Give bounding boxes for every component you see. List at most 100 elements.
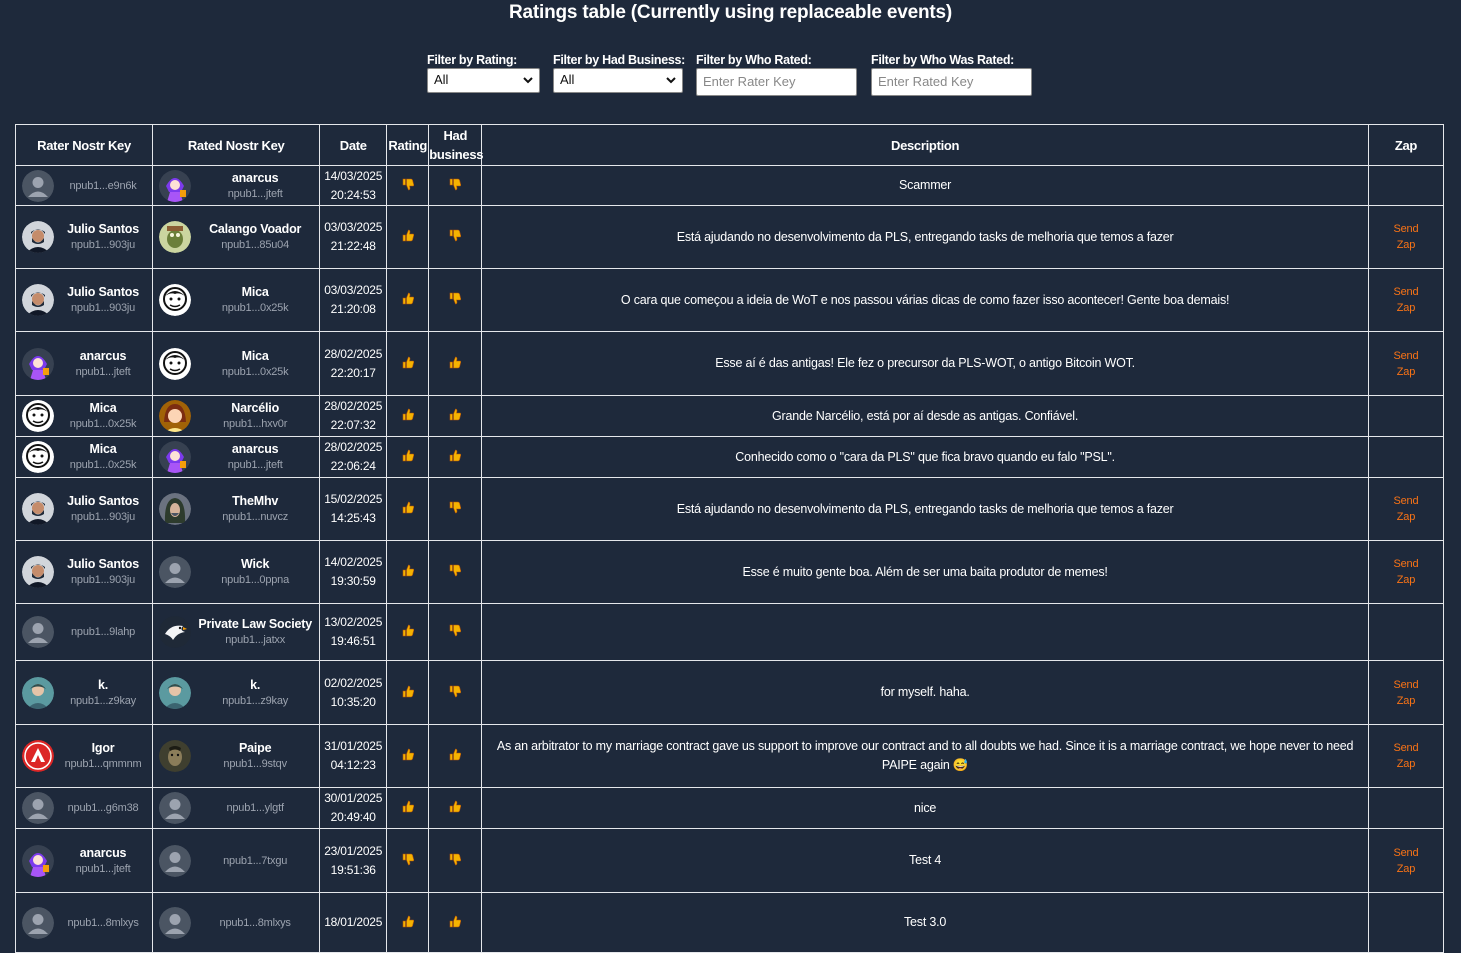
send-zap-link[interactable]: Send Zap: [1369, 677, 1443, 709]
avatar[interactable]: [159, 844, 192, 877]
thumbs-down-icon: [449, 564, 462, 580]
send-zap-label: Send: [1393, 742, 1419, 754]
send-zap-link[interactable]: Send Zap: [1369, 740, 1443, 772]
rated-name: Calango Voador: [209, 222, 302, 236]
time-value: 20:49:40: [330, 810, 376, 824]
rater-key[interactable]: Mica npub1...0x25k: [16, 441, 152, 473]
rater-key[interactable]: Julio Santos npub1...903ju: [16, 556, 152, 588]
avatar[interactable]: [22, 284, 54, 316]
send-zap-label: Zap: [1396, 302, 1416, 314]
zap-cell: Send Zap: [1367, 828, 1445, 893]
rated-key[interactable]: Calango Voador npub1...85u04: [153, 221, 319, 253]
avatar[interactable]: [22, 792, 54, 824]
rated-key[interactable]: Mica npub1...0x25k: [153, 347, 319, 380]
avatar[interactable]: [159, 740, 192, 772]
rated-key-text: npub1...7txgu: [191, 853, 319, 869]
rated-npub: npub1...0ppna: [221, 574, 290, 586]
business-cell: [428, 331, 483, 396]
filter-rater: Filter by Who Rated: Enter Rater Key: [696, 53, 857, 96]
rated-key[interactable]: npub1...8mlxys: [153, 906, 319, 939]
rater-name: Julio Santos: [67, 494, 139, 508]
rater-key[interactable]: npub1...e9n6k: [16, 169, 152, 202]
avatar[interactable]: [159, 347, 192, 380]
rater-npub: npub1...8mlxys: [67, 916, 139, 929]
date-cell: 18/01/2025: [319, 892, 388, 953]
business-select[interactable]: All: [553, 68, 683, 93]
rater-key[interactable]: npub1...8mlxys: [16, 906, 152, 939]
rater-key[interactable]: Julio Santos npub1...903ju: [16, 493, 152, 525]
rater-key[interactable]: Julio Santos npub1...903ju: [16, 284, 152, 316]
send-zap-link[interactable]: Send Zap: [1369, 845, 1443, 877]
rater-key[interactable]: Igor npub1...qmmnm: [16, 740, 152, 772]
avatar[interactable]: [22, 441, 54, 473]
rater-key[interactable]: k. npub1...z9kay: [16, 676, 152, 709]
avatar[interactable]: [159, 221, 192, 253]
rater-key-text: npub1...e9n6k: [54, 178, 152, 194]
zap-cell: [1367, 165, 1445, 206]
rater-key[interactable]: Julio Santos npub1...903ju: [16, 221, 152, 253]
avatar[interactable]: [22, 906, 54, 939]
avatar[interactable]: [159, 616, 192, 648]
rating-select[interactable]: All: [427, 68, 540, 93]
rater-key[interactable]: Mica npub1...0x25k: [16, 400, 152, 432]
rater-npub: npub1...903ju: [71, 574, 136, 586]
rater-name: Mica: [89, 442, 117, 456]
rated-key[interactable]: Mica npub1...0x25k: [153, 284, 319, 316]
avatar[interactable]: [22, 400, 54, 432]
avatar[interactable]: [159, 792, 192, 824]
rater-key[interactable]: npub1...g6m38: [16, 792, 152, 824]
rated-key[interactable]: npub1...7txgu: [153, 844, 319, 877]
filter-rating-label: Filter by Rating:: [427, 53, 518, 67]
rated-key[interactable]: TheMhv npub1...nuvcz: [153, 493, 319, 525]
avatar[interactable]: [159, 676, 192, 709]
business-cell: [428, 724, 483, 788]
rater-npub: npub1...e9n6k: [69, 179, 137, 192]
date-value: 18/01/2025: [324, 915, 383, 929]
table-row: npub1...e9n6k anarcus npub1...jteft 14/03/2…: [14, 165, 1445, 206]
rater-npub: npub1...z9kay: [70, 694, 136, 707]
avatar[interactable]: [22, 169, 54, 202]
rater-key-text: npub1...8mlxys: [54, 915, 152, 931]
rated-key-cell: Paipe npub1...9stqv: [152, 724, 321, 788]
rater-key[interactable]: npub1...9lahp: [16, 616, 152, 648]
avatar[interactable]: [22, 221, 54, 253]
business-cell: [428, 477, 483, 541]
avatar[interactable]: [159, 284, 192, 316]
rated-key[interactable]: npub1...ylgtf: [153, 792, 319, 824]
send-zap-link[interactable]: Send Zap: [1369, 493, 1443, 525]
avatar[interactable]: [159, 169, 192, 202]
send-zap-link[interactable]: Send Zap: [1369, 221, 1443, 253]
send-zap-link[interactable]: Send Zap: [1369, 556, 1443, 588]
rated-key[interactable]: Wick npub1...0ppna: [153, 556, 319, 588]
avatar[interactable]: [22, 347, 54, 380]
avatar[interactable]: [22, 616, 54, 648]
rated-key-input[interactable]: Enter Rated Key: [871, 68, 1032, 96]
avatar[interactable]: [22, 493, 54, 525]
rated-key[interactable]: Narcélio npub1...hxv0r: [153, 400, 319, 432]
rated-key[interactable]: k. npub1...z9kay: [153, 676, 319, 709]
rater-key[interactable]: anarcus npub1...jteft: [16, 347, 152, 380]
avatar[interactable]: [159, 493, 192, 525]
send-zap-link[interactable]: Send Zap: [1369, 284, 1443, 316]
rated-key[interactable]: Paipe npub1...9stqv: [153, 740, 319, 772]
rater-key-text: Julio Santos npub1...903ju: [54, 493, 152, 525]
rated-key[interactable]: Private Law Society npub1...jatxx: [153, 616, 319, 648]
avatar[interactable]: [22, 740, 54, 772]
rated-key[interactable]: anarcus npub1...jteft: [153, 169, 319, 202]
date-cell: 28/02/2025 22:06:24: [319, 436, 388, 478]
avatar[interactable]: [159, 906, 192, 939]
thumbs-up-icon: [402, 229, 414, 245]
avatar[interactable]: [159, 441, 192, 473]
avatar[interactable]: [159, 556, 192, 588]
send-zap-link[interactable]: Send Zap: [1369, 348, 1443, 380]
avatar[interactable]: [159, 400, 192, 432]
rater-key-cell: npub1...e9n6k: [14, 165, 154, 206]
description-cell: Scammer: [481, 165, 1369, 206]
rater-key-input[interactable]: Enter Rater Key: [696, 68, 857, 96]
avatar[interactable]: [22, 844, 54, 877]
rater-key[interactable]: anarcus npub1...jteft: [16, 844, 152, 877]
avatar[interactable]: [22, 556, 54, 588]
rated-key[interactable]: anarcus npub1...jteft: [153, 441, 319, 473]
business-cell: [428, 660, 483, 725]
avatar[interactable]: [22, 676, 54, 709]
